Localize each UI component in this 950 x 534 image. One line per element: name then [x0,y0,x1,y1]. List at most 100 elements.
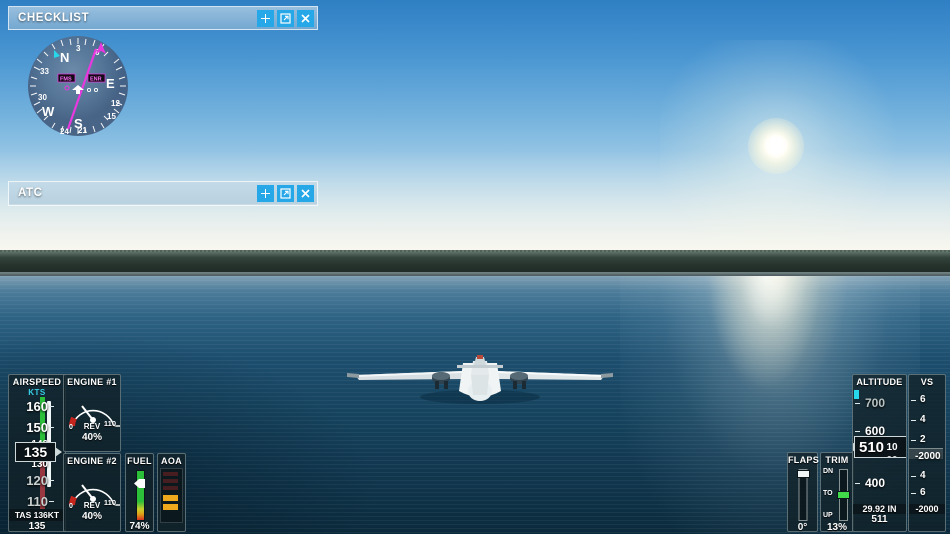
hsi-cardinal-w: W [42,104,55,119]
aoa-title: AOA [161,456,182,466]
altitude-readout: 510 20 10 00 [853,436,906,458]
vs-bottom-value: -2000 [909,504,945,514]
engine2-mode: REV [83,501,101,510]
engine1-scale-min: 0 [69,424,73,431]
checklist-window-buttons [257,9,314,27]
flaps-title: FLAPS [788,455,820,465]
altitude-tick-label: 400 [865,476,886,490]
hsi-num-15: 15 [107,112,116,121]
aoa-segment [163,486,178,490]
hsi-badge-enr: ENR [87,73,106,83]
close-icon[interactable] [297,9,314,27]
aoa-segment [163,504,178,510]
altitude-tape: 700 600 400 510 20 10 00 [853,388,906,504]
altitude-drum: 20 10 00 [884,437,900,457]
trim-value: 13% [826,522,847,533]
engine2-gauge: ENGINE #2 0 110 REV 40% [63,453,121,532]
hsi-num-12: 12 [111,99,120,108]
airspeed-indicator: AIRSPEED KTS 160 150 146 130 120 110 135… [8,374,66,532]
fuel-title: FUEL [127,456,152,466]
popout-icon[interactable] [277,184,294,202]
popout-icon[interactable] [277,9,294,27]
altitude-baro: 29.92 IN [853,504,906,514]
airspeed-bottom-value: 135 [28,521,46,532]
hsi-num-33: 33 [40,67,49,76]
airspeed-tape: 160 150 146 130 120 110 135 [9,397,65,509]
hsi-num-3: 3 [76,44,81,53]
flaps-indicator: FLAPS 0° [787,452,820,533]
atc-window[interactable]: ATC [8,181,318,206]
airspeed-units: KTS [28,388,46,397]
fuel-level-bar [136,470,145,521]
flaps-value: 0° [797,522,808,533]
airspeed-tick-label: 110 [27,494,48,509]
altitude-value: 510 [859,438,885,456]
aircraft [347,355,613,404]
trim-label-up: UP [823,512,833,519]
airspeed-title: AIRSPEED [12,377,62,387]
svg-text:ENR: ENR [90,77,102,83]
atc-window-buttons [257,184,314,202]
engine1-scale-max: 110 [103,419,116,428]
engine1-mode: REV [83,422,101,431]
altitude-drum-below: 00 [884,455,900,457]
checklist-window[interactable]: CHECKLIST [8,6,318,30]
trim-label-to: TO [823,490,833,497]
airspeed-tick-label: 150 [26,420,48,435]
airspeed-readout: 135 [15,442,62,462]
engine2-scale-min: 0 [69,503,73,510]
vertical-speed-indicator: VS 6 4 2 -2000 4 6 -2000 [908,374,946,532]
sun-core [765,135,787,157]
trim-indicator: TRIM DN TO UP 13% [820,452,854,533]
engine2-title: ENGINE #2 [67,456,117,466]
trim-title: TRIM [825,455,849,465]
vs-tick-label: 4 [920,414,926,425]
close-icon[interactable] [297,184,314,202]
altitude-bug [854,390,859,399]
aoa-segment [163,495,178,501]
add-icon[interactable] [257,9,274,27]
engine1-value: 40% [81,432,102,443]
checklist-titlebar[interactable]: CHECKLIST [9,7,317,29]
altitude-indicator: ALTITUDE 700 600 400 510 20 10 00 29.92 … [852,374,907,532]
flaps-knob[interactable] [797,470,810,478]
hsi-num-21: 21 [78,126,87,135]
engine2-value: 40% [81,511,102,522]
trim-track-area: DN TO UP [821,466,853,522]
altitude-title: ALTITUDE [856,377,903,387]
engine1-title: ENGINE #1 [67,377,117,387]
add-icon[interactable] [257,184,274,202]
altitude-tick-label: 700 [865,396,886,410]
trim-knob[interactable] [837,491,850,499]
vs-tick-label: 4 [920,470,926,481]
hsi-cardinal-n: N [60,50,69,65]
aoa-segment [163,472,178,476]
airspeed-tick-label: 160 [26,399,48,414]
flaps-track-area [788,466,817,522]
flight-sim-screen: CHECKLIST N E S W 3 12 15 21 24 30 33 FM… [0,0,950,534]
hsi-badge-fms: FMS [57,73,76,83]
vs-tape: 6 4 2 -2000 4 6 [909,388,945,504]
vs-tick-label: 6 [920,487,926,498]
aoa-segments [160,468,183,523]
fuel-value: 74% [129,521,150,532]
svg-text:FMS: FMS [60,77,72,83]
engine2-scale-max: 110 [103,498,116,507]
treeline [0,252,950,274]
vs-tick-label: 6 [920,394,926,405]
engine2-dial: 0 110 REV [64,467,120,511]
atc-titlebar[interactable]: ATC [9,182,317,204]
altitude-drum-above: 20 [884,437,900,440]
altitude-bottom-value: 511 [871,514,888,525]
engine1-gauge: ENGINE #1 0 110 REV 40% [63,374,121,452]
airspeed-tick-label: 120 [26,473,48,488]
hsi-cardinal-e: E [106,76,115,91]
altitude-drum-center: 10 [886,442,898,453]
aoa-gauge: AOA [157,453,186,532]
vs-tick-label: 2 [920,434,926,445]
vs-title: VS [920,377,934,387]
trim-label-dn: DN [823,468,834,475]
fuel-pointer [134,479,145,488]
atc-title: ATC [18,187,43,199]
checklist-title: CHECKLIST [18,12,90,24]
